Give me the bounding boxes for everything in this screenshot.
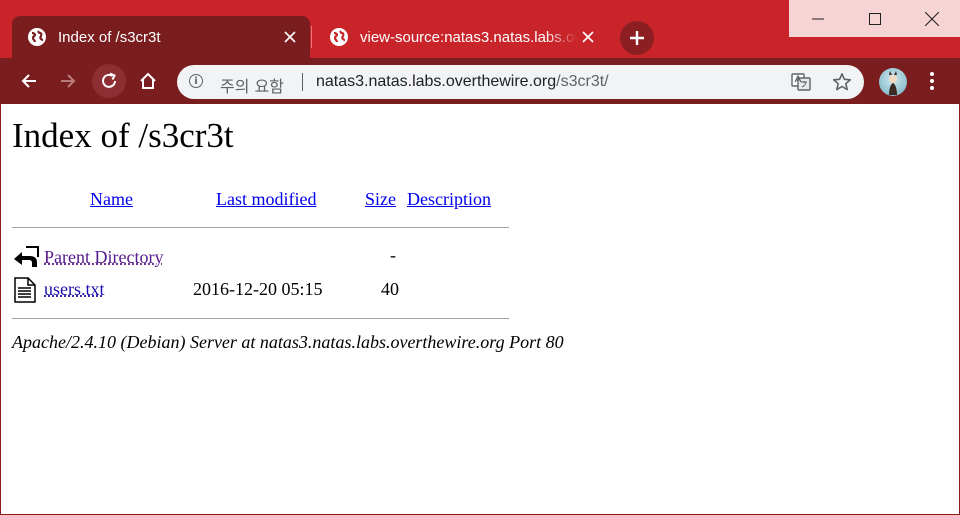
minimize-icon: [811, 18, 824, 19]
row-last-modified: 2016-12-20 05:15: [193, 279, 323, 299]
sort-by-name-link[interactable]: Name: [90, 189, 133, 210]
profile-avatar[interactable]: [879, 68, 907, 96]
plus-icon: [630, 31, 644, 45]
tab-index-of-s3cr3t[interactable]: Index of /s3cr3t: [12, 16, 310, 58]
forward-button[interactable]: [51, 64, 85, 98]
globe-icon: [330, 28, 348, 46]
address-bar[interactable]: i 주의 요함 natas3.natas.labs.overthewire.or…: [177, 65, 864, 99]
browser-menu-button[interactable]: [922, 66, 942, 96]
close-tab-icon[interactable]: [280, 27, 300, 47]
sort-by-last-modified-link[interactable]: Last modified: [216, 189, 316, 210]
info-icon[interactable]: i: [189, 74, 203, 88]
tab-separator: [311, 26, 312, 48]
bookmark-star-icon[interactable]: [832, 72, 852, 92]
row-size: -: [390, 245, 396, 265]
new-tab-button[interactable]: [620, 21, 654, 55]
arrow-right-icon: [61, 74, 76, 88]
url-text[interactable]: natas3.natas.labs.overthewire.org/s3cr3t…: [316, 73, 609, 91]
close-icon: [924, 11, 939, 26]
home-icon: [140, 72, 156, 89]
url-host: natas3.natas.labs.overthewire.org: [316, 73, 557, 90]
arrow-left-icon: [21, 74, 36, 88]
parent-directory-icon: [13, 245, 39, 269]
home-button[interactable]: [131, 64, 165, 98]
maximize-button[interactable]: [846, 0, 903, 37]
users-txt-link[interactable]: users.txt: [44, 279, 105, 300]
sort-by-size-link[interactable]: Size: [365, 189, 396, 210]
reload-icon: [102, 72, 116, 88]
header-divider: [12, 227, 509, 228]
globe-icon: [28, 28, 46, 46]
url-path: /s3cr3t/: [556, 73, 609, 90]
server-signature: Apache/2.4.10 (Debian) Server at natas3.…: [12, 332, 564, 352]
minimize-button[interactable]: [789, 0, 846, 37]
parent-directory-link[interactable]: Parent Directory: [44, 247, 163, 268]
translate-icon[interactable]: [791, 72, 811, 92]
tab-view-source[interactable]: view-source:natas3.natas.labs.overthewir…: [314, 16, 608, 58]
tab-title: Index of /s3cr3t: [58, 28, 161, 46]
tab-title: view-source:natas3.natas.labs.overthewir…: [360, 28, 578, 46]
back-button[interactable]: [12, 64, 46, 98]
maximize-icon: [868, 12, 881, 25]
footer-divider: [12, 318, 509, 319]
row-size: 40: [381, 279, 399, 299]
url-separator: [302, 73, 303, 91]
security-warning-label[interactable]: 주의 요함: [220, 73, 284, 97]
close-window-button[interactable]: [903, 0, 960, 37]
reload-button[interactable]: [92, 64, 126, 98]
close-tab-icon[interactable]: [578, 27, 598, 47]
tab-strip: Index of /s3cr3t view-source:natas3.nata…: [0, 0, 960, 58]
sort-by-description-link[interactable]: Description: [407, 189, 491, 210]
text-file-icon: [14, 277, 38, 303]
page-content: Index of /s3cr3t Name Last modified Size…: [0, 104, 958, 513]
browser-toolbar: i 주의 요함 natas3.natas.labs.overthewire.or…: [0, 58, 960, 104]
page-title: Index of /s3cr3t: [12, 116, 234, 155]
